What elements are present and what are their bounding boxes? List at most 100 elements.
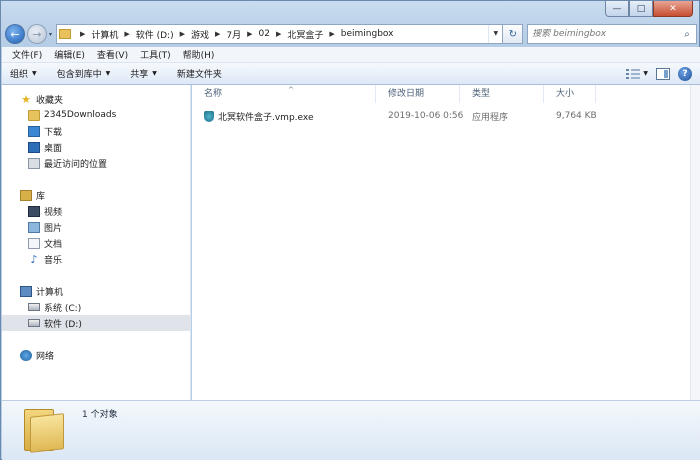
menu-file[interactable]: 文件(F) bbox=[12, 48, 42, 61]
sidebar-item-label: 2345Downloads bbox=[44, 110, 117, 120]
file-row[interactable]: 北冥软件盒子.vmp.exe 2019-10-06 0:56 应用程序 9,76… bbox=[192, 107, 690, 125]
sidebar-item-recent-places[interactable]: 最近访问的位置 bbox=[2, 155, 190, 171]
command-bar: 组织 ▼ 包含到库中 ▼ 共享 ▼ 新建文件夹 ▼ ? bbox=[2, 63, 700, 85]
sidebar-item-music[interactable]: ♪ 音乐 bbox=[2, 251, 190, 267]
breadcrumb-item[interactable]: 北冥盒子 bbox=[287, 28, 323, 41]
breadcrumb-item[interactable]: 02 bbox=[259, 29, 270, 39]
new-folder-button[interactable]: 新建文件夹 bbox=[177, 67, 222, 80]
search-box[interactable]: ⌕ bbox=[527, 24, 697, 44]
sidebar-item-favorites[interactable]: ★ 收藏夹 bbox=[2, 91, 190, 107]
folder-icon bbox=[28, 109, 40, 121]
content-scrollbar[interactable] bbox=[690, 85, 700, 400]
sidebar-item-downloads[interactable]: 下载 bbox=[2, 123, 190, 139]
document-icon bbox=[28, 237, 40, 249]
include-in-library-label: 包含到库中 bbox=[56, 70, 102, 80]
back-button[interactable]: ← bbox=[5, 24, 25, 44]
recent-pages-dropdown[interactable]: ▾ bbox=[49, 31, 52, 38]
minimize-button[interactable]: — bbox=[605, 1, 629, 17]
organize-button[interactable]: 组织 ▼ bbox=[10, 67, 37, 80]
download-folder-icon bbox=[28, 125, 40, 137]
search-icon[interactable]: ⌕ bbox=[678, 29, 696, 40]
breadcrumb-item[interactable]: 7月 bbox=[226, 28, 241, 41]
menu-tools[interactable]: 工具(T) bbox=[140, 48, 171, 61]
chevron-right-icon[interactable]: ▶ bbox=[329, 30, 334, 38]
sidebar-item-label: 图片 bbox=[44, 223, 63, 234]
title-bar: — □ ✕ bbox=[1, 1, 699, 21]
refresh-button[interactable]: ↻ bbox=[503, 24, 524, 44]
sidebar-item-label: 计算机 bbox=[36, 287, 64, 298]
shield-app-icon bbox=[204, 110, 214, 122]
sidebar-item-label: 系统 (C:) bbox=[44, 303, 82, 314]
menu-view[interactable]: 查看(V) bbox=[97, 48, 128, 61]
computer-icon bbox=[20, 285, 32, 297]
drive-icon bbox=[28, 319, 40, 327]
include-in-library-button[interactable]: 包含到库中 ▼ bbox=[57, 67, 111, 80]
sidebar-item-2345downloads[interactable]: 2345Downloads bbox=[2, 107, 190, 123]
menu-edit[interactable]: 编辑(E) bbox=[54, 48, 85, 61]
window-controls: — □ ✕ bbox=[605, 1, 693, 17]
chevron-down-icon: ▼ bbox=[152, 70, 157, 77]
folder-front-shape bbox=[30, 413, 64, 453]
column-size[interactable]: 大小 bbox=[544, 85, 596, 103]
forward-button[interactable]: → bbox=[26, 24, 47, 44]
chevron-right-icon[interactable]: ▶ bbox=[80, 30, 85, 38]
sidebar-item-drive-c[interactable]: 系统 (C:) bbox=[2, 299, 190, 315]
column-date[interactable]: 修改日期 bbox=[376, 85, 460, 103]
chevron-right-icon[interactable]: ▶ bbox=[180, 30, 185, 38]
sidebar-item-drive-d[interactable]: 软件 (D:) bbox=[2, 315, 190, 331]
sidebar-item-label: 视频 bbox=[44, 207, 63, 218]
folder-icon bbox=[58, 29, 71, 39]
column-name[interactable]: ^ 名称 bbox=[192, 85, 376, 103]
sidebar-item-network[interactable]: 网络 bbox=[2, 347, 190, 363]
chevron-right-icon[interactable]: ▶ bbox=[124, 30, 129, 38]
video-icon bbox=[28, 205, 40, 217]
navigation-pane: ★ 收藏夹 2345Downloads 下载 桌面 最近访问的位置 库 视频 图… bbox=[2, 85, 191, 400]
preview-pane-icon[interactable] bbox=[656, 67, 670, 80]
sidebar-item-computer[interactable]: 计算机 bbox=[2, 283, 190, 299]
sidebar-item-pictures[interactable]: 图片 bbox=[2, 219, 190, 235]
search-input[interactable] bbox=[532, 29, 678, 39]
chevron-right-icon[interactable]: ▶ bbox=[247, 30, 252, 38]
sidebar-item-label: 文档 bbox=[44, 239, 63, 250]
recent-places-icon bbox=[28, 157, 40, 169]
share-button[interactable]: 共享 ▼ bbox=[130, 67, 157, 80]
picture-icon bbox=[28, 221, 40, 233]
column-headers: ^ 名称 修改日期 类型 大小 bbox=[192, 85, 690, 103]
sort-ascending-icon: ^ bbox=[288, 86, 294, 94]
address-dropdown-icon[interactable]: ▼ bbox=[488, 25, 502, 43]
chevron-down-icon[interactable]: ▼ bbox=[643, 70, 648, 77]
help-icon[interactable]: ? bbox=[678, 66, 692, 81]
network-icon bbox=[20, 349, 32, 361]
sidebar-item-documents[interactable]: 文档 bbox=[2, 235, 190, 251]
item-count: 1 个对象 bbox=[82, 410, 118, 420]
maximize-button[interactable]: □ bbox=[629, 1, 653, 17]
breadcrumb: ▶ 计算机 ▶ 软件 (D:) ▶ 游戏 ▶ 7月 ▶ 02 ▶ 北冥盒子 ▶ … bbox=[74, 28, 394, 41]
sidebar-item-libraries[interactable]: 库 bbox=[2, 187, 190, 203]
organize-label: 组织 bbox=[10, 70, 29, 80]
breadcrumb-item[interactable]: beimingbox bbox=[341, 29, 394, 39]
close-button[interactable]: ✕ bbox=[653, 1, 693, 17]
breadcrumb-item[interactable]: 游戏 bbox=[191, 28, 209, 41]
sidebar-item-label: 收藏夹 bbox=[36, 95, 64, 106]
column-type[interactable]: 类型 bbox=[460, 85, 544, 103]
explorer-window: — □ ✕ ← → ▾ ▶ 计算机 ▶ 软件 (D:) ▶ 游戏 ▶ 7月 ▶ … bbox=[0, 0, 700, 460]
breadcrumb-item[interactable]: 计算机 bbox=[91, 28, 118, 41]
breadcrumb-item[interactable]: 软件 (D:) bbox=[136, 28, 174, 41]
file-name-cell: 北冥软件盒子.vmp.exe bbox=[192, 110, 376, 123]
address-bar[interactable]: ▶ 计算机 ▶ 软件 (D:) ▶ 游戏 ▶ 7月 ▶ 02 ▶ 北冥盒子 ▶ … bbox=[55, 24, 504, 44]
sidebar-item-label: 库 bbox=[36, 191, 46, 202]
sidebar-item-label: 桌面 bbox=[44, 143, 63, 154]
view-options-icon[interactable] bbox=[625, 68, 641, 80]
chevron-down-icon: ▼ bbox=[105, 70, 111, 77]
chevron-right-icon[interactable]: ▶ bbox=[276, 30, 281, 38]
menu-help[interactable]: 帮助(H) bbox=[183, 48, 215, 61]
file-name: 北冥软件盒子.vmp.exe bbox=[218, 112, 314, 123]
sidebar-item-desktop[interactable]: 桌面 bbox=[2, 139, 190, 155]
sidebar-item-videos[interactable]: 视频 bbox=[2, 203, 190, 219]
desktop-icon bbox=[28, 141, 40, 153]
chevron-right-icon[interactable]: ▶ bbox=[215, 30, 220, 38]
sidebar-item-label: 网络 bbox=[36, 351, 55, 362]
sidebar-item-label: 软件 (D:) bbox=[44, 319, 82, 330]
